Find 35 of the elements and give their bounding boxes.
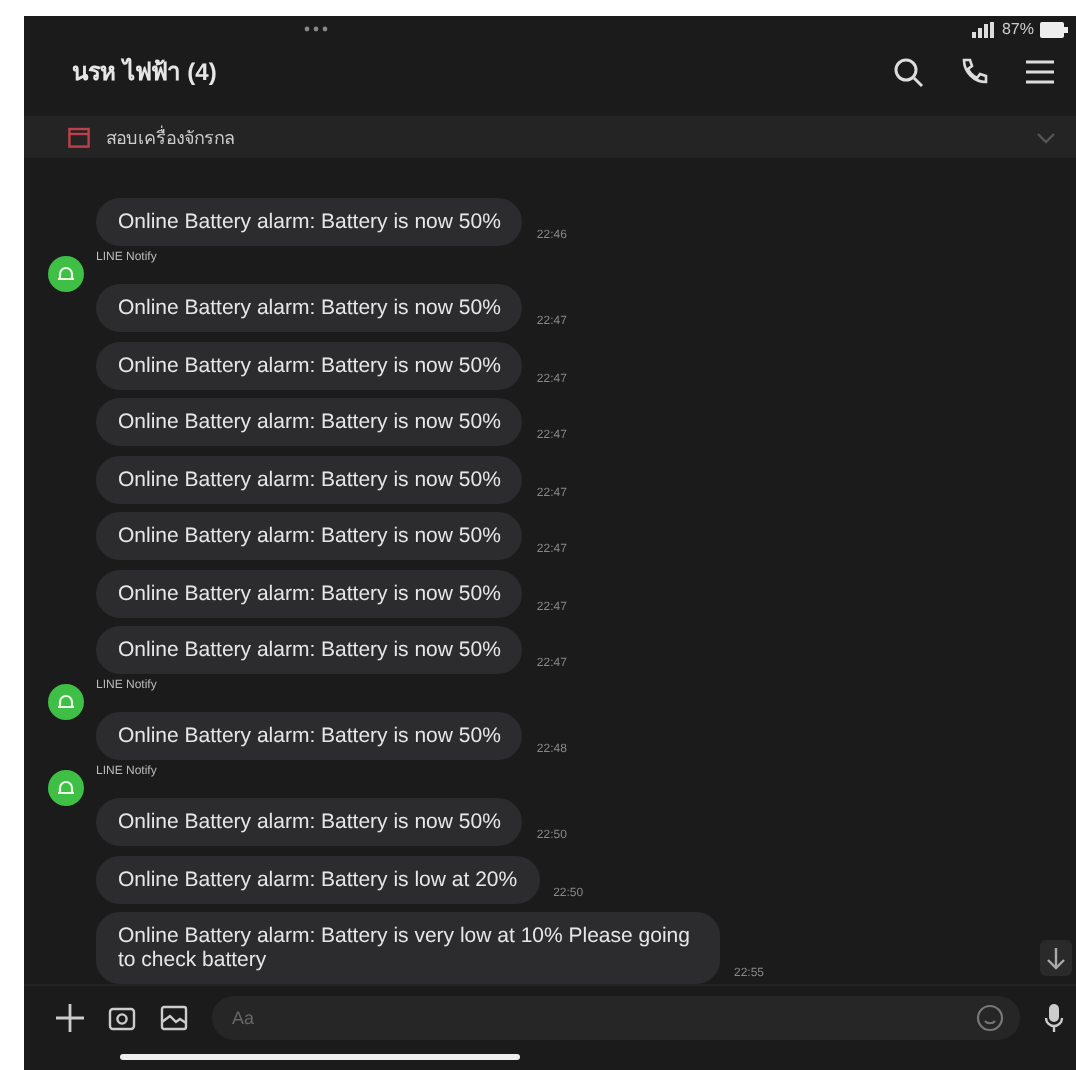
message-input[interactable]: Aa (212, 996, 1020, 1041)
message-bubble: Online Battery alarm: Battery is low at 20% (96, 855, 540, 904)
message-bubble: Online Battery alarm: Battery is now 50% (96, 512, 523, 561)
arrow-down-icon (1046, 946, 1066, 971)
menu-icon[interactable] (1024, 57, 1056, 86)
search-icon[interactable] (892, 55, 924, 88)
camera-icon[interactable] (108, 1004, 136, 1033)
chat-title: นรห ไฟฟ้า (4) (72, 55, 217, 91)
message-bubble: Online Battery alarm: Battery is now 50% (96, 569, 523, 618)
phone-icon[interactable] (958, 55, 990, 88)
message-bubble: Online Battery alarm: Battery is very low at 10% Please going to check battery (96, 912, 720, 985)
battery-percentage: 87% (1001, 20, 1034, 39)
avatar-icon[interactable] (48, 683, 84, 720)
message-bubble: Online Battery alarm: Battery is now 50% (96, 198, 523, 247)
message-bubble: Online Battery alarm: Battery is now 50% (96, 626, 523, 675)
message-bubble: Online Battery alarm: Battery is now 50% (96, 341, 523, 390)
message-bubble: Online Battery alarm: Battery is now 50% (96, 798, 523, 847)
pinned-text: สอบเครื่องจักรกล (106, 123, 238, 151)
emoji-icon[interactable] (976, 1004, 1004, 1033)
image-icon[interactable] (160, 1004, 188, 1033)
avatar-icon[interactable] (48, 769, 84, 806)
battery-icon (1040, 21, 1068, 38)
signal-icon (971, 21, 996, 38)
avatar-icon[interactable] (48, 255, 84, 292)
message-bubble: Online Battery alarm: Battery is now 50% (96, 284, 523, 333)
message-bubble: Online Battery alarm: Battery is now 50% (96, 455, 523, 504)
plus-icon[interactable] (56, 1004, 84, 1033)
drag-handle-icon (304, 26, 328, 33)
pinned-banner[interactable]: สอบเครื่องจักรกล (24, 115, 1076, 159)
home-indicator[interactable] (120, 1054, 520, 1061)
message-bubble: Online Battery alarm: Battery is now 50% (96, 712, 523, 761)
microphone-icon[interactable] (1044, 1002, 1064, 1035)
calendar-icon (68, 126, 90, 148)
message-bubble: Online Battery alarm: Battery is now 50% (96, 398, 523, 447)
scroll-down-button[interactable] (1040, 940, 1072, 977)
